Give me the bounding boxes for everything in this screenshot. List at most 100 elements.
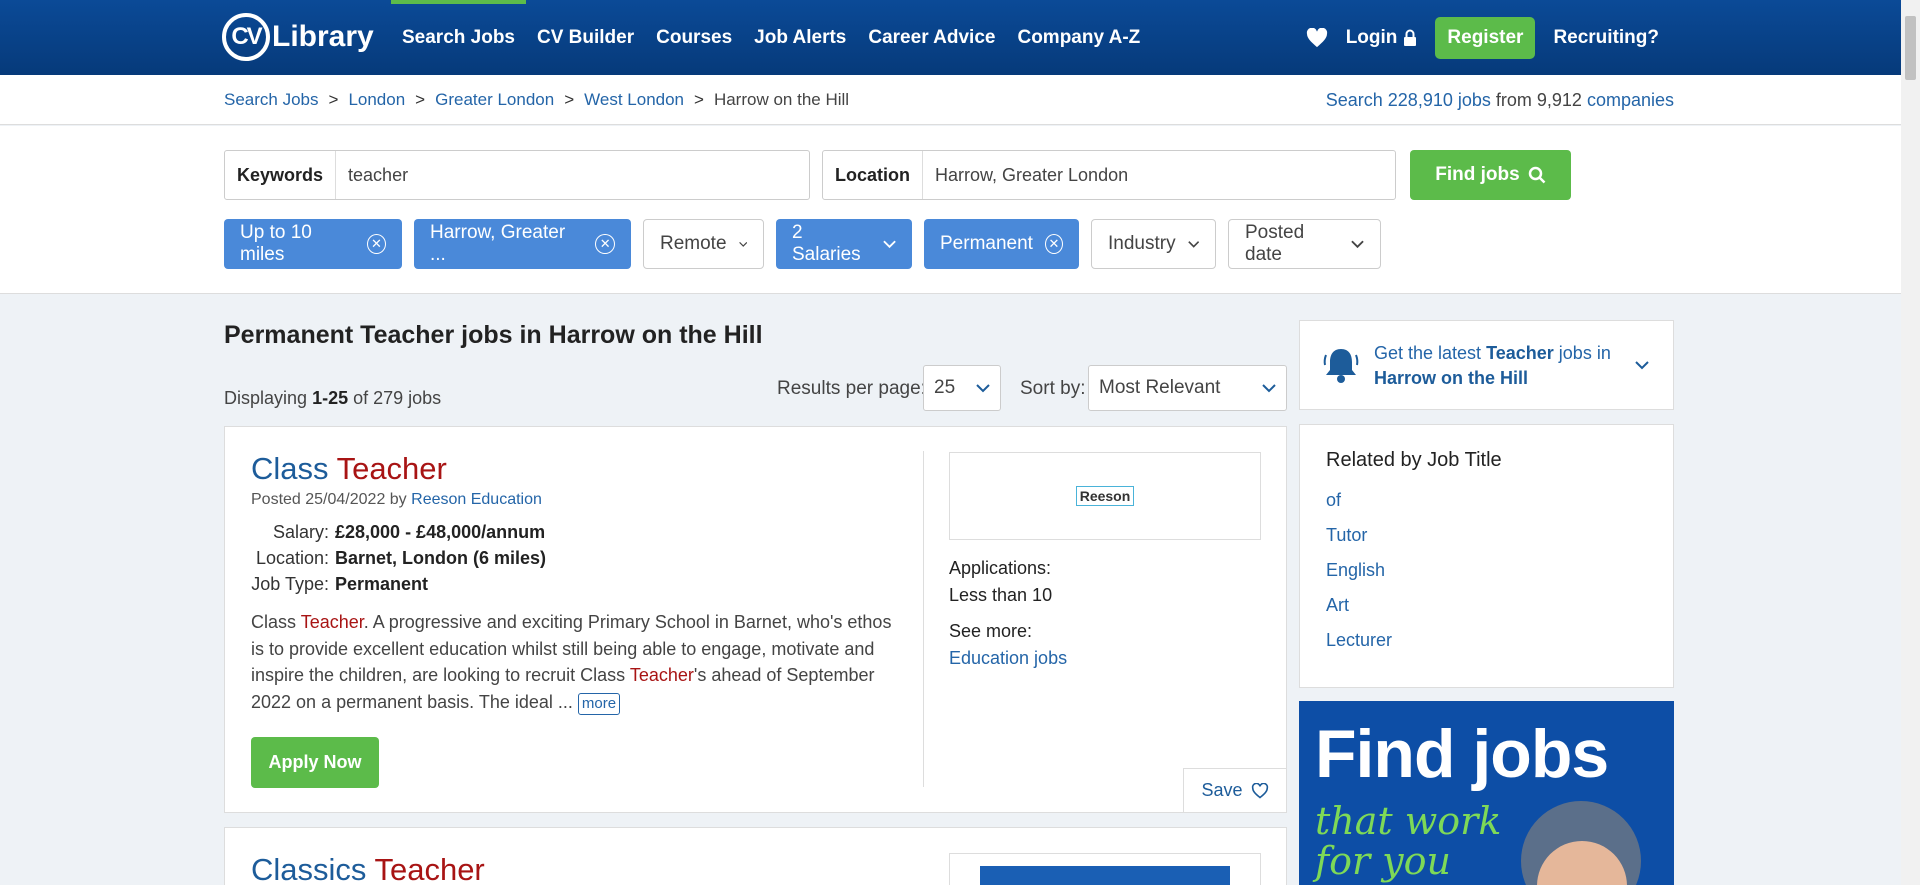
job-title-keyword: Teacher (336, 451, 447, 486)
results-title: Permanent Teacher jobs in Harrow on the … (224, 321, 763, 349)
bell-icon (1323, 349, 1359, 383)
nav-search-jobs[interactable]: Search Jobs (391, 0, 526, 75)
job-alert-card[interactable]: Get the latest Teacher jobs in Harrow on… (1299, 320, 1674, 410)
filter-posted-date-label: Posted date (1245, 222, 1305, 265)
keywords-field[interactable]: Keywords teacher (224, 150, 810, 200)
keywords-label: Keywords (225, 151, 337, 199)
apply-now-button[interactable]: Apply Now (251, 737, 379, 788)
job-count-jobs-link[interactable]: 228,910 jobs (1388, 90, 1491, 110)
recruiting-link[interactable]: Recruiting? (1553, 27, 1659, 49)
job-company-link[interactable]: Reeson Education (411, 491, 542, 508)
related-list: of Tutor English Art Lecturer (1326, 483, 1392, 658)
job-count-companies-link[interactable]: companies (1587, 90, 1674, 110)
find-jobs-button[interactable]: Find jobs (1410, 150, 1571, 200)
logo-wordmark: Library (272, 20, 374, 53)
chevron-down-icon (1262, 383, 1276, 392)
job-card: Classics Teacher (224, 827, 1287, 885)
promo-tagline-line: that work (1315, 799, 1502, 843)
nav-courses[interactable]: Courses (645, 0, 743, 75)
related-link-of[interactable]: of (1326, 483, 1392, 518)
filter-salaries[interactable]: 2 Salaries (776, 219, 912, 269)
filter-job-type-label: Permanent (940, 233, 1033, 254)
remove-filter-icon[interactable]: ✕ (366, 234, 386, 254)
breadcrumb-greater-london[interactable]: Greater London (435, 90, 554, 110)
search-panel: Keywords teacher Location Harrow, Greate… (0, 126, 1901, 294)
breadcrumb-west-london[interactable]: West London (584, 90, 684, 110)
logo-cv-mark: CV (222, 13, 270, 61)
company-logo[interactable] (949, 853, 1261, 885)
filter-industry[interactable]: Industry (1091, 219, 1216, 269)
job-type-value: Permanent (335, 573, 429, 594)
location-field[interactable]: Location Harrow, Greater London (822, 150, 1396, 200)
filter-row: Up to 10 miles ✕ Harrow, Greater ... ✕ R… (224, 219, 1381, 269)
breadcrumb: Search Jobs > London > Greater London > Wes… (224, 90, 850, 110)
save-job-button[interactable]: Save (1183, 768, 1286, 812)
breadcrumb-search-jobs[interactable]: Search Jobs (224, 90, 319, 110)
job-title-link[interactable]: Classics Teacher (251, 852, 485, 885)
job-title-link[interactable]: Class Teacher (251, 451, 447, 487)
nav-job-alerts[interactable]: Job Alerts (743, 0, 857, 75)
lock-icon (1404, 29, 1417, 46)
job-card: Class Teacher Posted 25/04/2022 by Reeso… (224, 426, 1287, 813)
filter-salaries-label: 2 Salaries (792, 222, 861, 265)
job-title-part: Classics (251, 852, 367, 885)
desc-keyword: Teacher (629, 665, 694, 685)
sort-by-label: Sort by: (1020, 378, 1086, 399)
find-jobs-promo-banner[interactable]: Find jobs that work for you (1299, 701, 1674, 885)
alert-keyword: Teacher (1486, 343, 1554, 363)
chevron-down-icon (883, 240, 896, 248)
results-count: Displaying 1-25 of 279 jobs (224, 388, 441, 409)
chevron-down-icon (1187, 240, 1199, 248)
job-meta: Salary: £28,000 - £48,000/annum Location:… (251, 519, 546, 597)
salary-label: Salary: (272, 521, 329, 542)
register-button[interactable]: Register (1435, 16, 1536, 59)
remove-filter-icon[interactable]: ✕ (595, 234, 615, 254)
breadcrumb-london[interactable]: London (348, 90, 405, 110)
related-link-lecturer[interactable]: Lecturer (1326, 623, 1392, 658)
reeson-logo-text: Reeson (1075, 486, 1135, 506)
related-link-tutor[interactable]: Tutor (1326, 518, 1392, 553)
job-type-label: Job Type: (251, 573, 329, 594)
salary-value: £28,000 - £48,000/annum (335, 521, 546, 542)
keywords-input[interactable]: teacher (336, 151, 420, 199)
related-job-titles-card: Related by Job Title of Tutor English Ar… (1299, 424, 1674, 688)
saved-jobs-heart-icon[interactable] (1306, 27, 1328, 48)
more-button[interactable]: more (577, 692, 621, 715)
promo-tagline-line: for you (1315, 839, 1452, 883)
filter-location[interactable]: Harrow, Greater ... ✕ (414, 219, 631, 269)
alert-place: Harrow on the Hill (1374, 368, 1529, 388)
results-per-page-select[interactable]: 25 (923, 365, 1001, 411)
remove-filter-icon[interactable]: ✕ (1044, 234, 1063, 254)
chevron-down-icon[interactable] (1635, 361, 1649, 370)
related-link-english[interactable]: English (1326, 553, 1392, 588)
location-value: Barnet, London (6 miles) (335, 547, 547, 568)
filter-distance[interactable]: Up to 10 miles ✕ (224, 219, 402, 269)
job-count-search-prefix[interactable]: Search (1326, 90, 1383, 110)
nav-company-a-z[interactable]: Company A-Z (1006, 0, 1151, 75)
breadcrumb-current: Harrow on the Hill (713, 90, 850, 109)
page-scrollbar[interactable] (1901, 0, 1920, 885)
top-nav-bar: CV Library Search Jobs CV Builder Course… (0, 0, 1901, 75)
login-label: Login (1345, 26, 1398, 48)
sort-by-select[interactable]: Most Relevant (1088, 365, 1287, 411)
cv-library-logo[interactable]: CV Library (222, 10, 374, 64)
job-title-keyword: Teacher (374, 852, 485, 885)
filter-location-label: Harrow, Greater ... (430, 222, 566, 265)
login-link[interactable]: Login (1346, 27, 1418, 49)
filter-posted-date[interactable]: Posted date (1228, 219, 1381, 269)
related-link-art[interactable]: Art (1326, 588, 1392, 623)
results-per-page-label: Results per page: (777, 378, 926, 399)
desc-text: Class (251, 612, 301, 632)
desc-keyword: Teacher (300, 612, 364, 632)
filter-remote[interactable]: Remote (643, 219, 764, 269)
job-title-part: Class (251, 451, 329, 486)
site-job-count: Search 228,910 jobs from 9,912 companies (1326, 90, 1674, 111)
company-logo[interactable]: Reeson (949, 452, 1261, 540)
filter-job-type[interactable]: Permanent ✕ (924, 219, 1079, 269)
scrollbar-thumb[interactable] (1905, 16, 1916, 80)
location-label: Location (823, 151, 923, 199)
see-more-link[interactable]: Education jobs (949, 645, 1067, 672)
nav-career-advice[interactable]: Career Advice (857, 0, 1006, 75)
nav-cv-builder[interactable]: CV Builder (526, 0, 645, 75)
location-input[interactable]: Harrow, Greater London (923, 151, 1140, 199)
